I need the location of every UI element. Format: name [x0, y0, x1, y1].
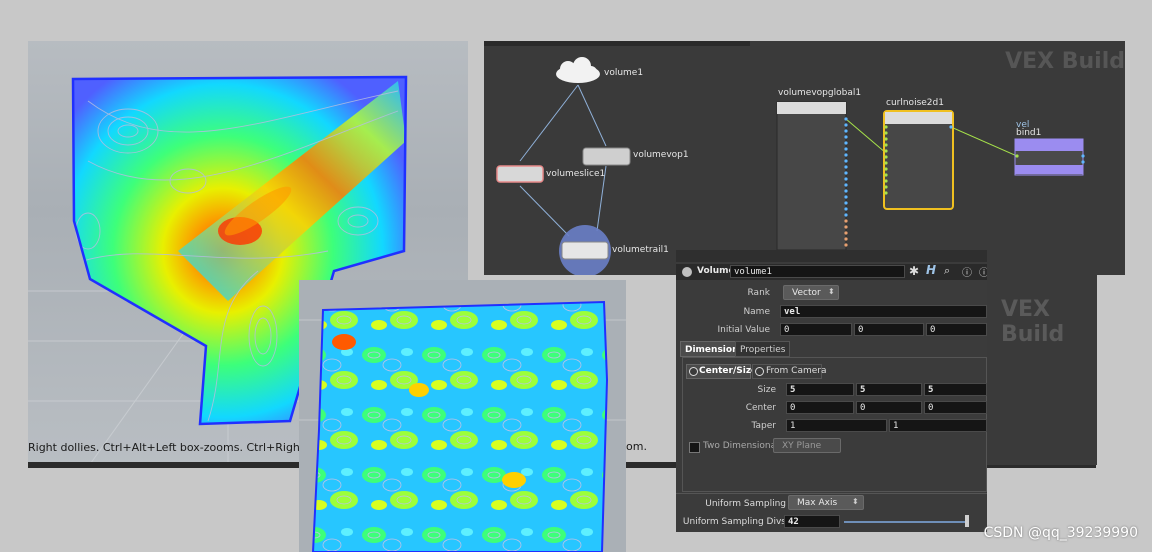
info-icon[interactable]: ⓘ — [962, 264, 972, 279]
radio-unselected-icon — [755, 367, 764, 376]
node-type-label: Volume — [697, 266, 735, 276]
initial-value-x[interactable]: 0 — [780, 323, 852, 336]
taper-x[interactable]: 1 — [786, 419, 887, 432]
center-label: Center — [745, 403, 776, 413]
size-x[interactable]: 5 — [786, 383, 854, 396]
initial-value-z[interactable]: 0 — [926, 323, 987, 336]
parameter-pane-top-strip — [676, 250, 987, 262]
node-bind1[interactable]: bind1 — [1016, 128, 1041, 138]
tab-properties[interactable]: Properties — [735, 341, 791, 357]
node-volume1[interactable]: volume1 — [604, 68, 643, 78]
search-icon[interactable]: ⌕ — [944, 264, 950, 278]
center-size-label: Center/Size — [699, 366, 758, 376]
name-field[interactable]: vel — [780, 305, 987, 318]
node-volumevop1[interactable]: volumevop1 — [633, 150, 689, 160]
taper-label: Taper — [751, 421, 776, 431]
node-name-field[interactable]: volume1 — [730, 265, 905, 278]
radio-selected-icon — [689, 367, 698, 376]
viewport-noise-field[interactable] — [299, 280, 626, 552]
help-question-icon[interactable]: ⓘ — [979, 264, 987, 279]
csdn-credit: CSDN @qq_39239990 — [983, 525, 1138, 541]
initial-value-label: Initial Value — [717, 325, 770, 335]
center-y[interactable]: 0 — [856, 401, 922, 414]
size-label: Size — [757, 385, 776, 395]
size-y[interactable]: 5 — [856, 383, 922, 396]
center-x[interactable]: 0 — [786, 401, 854, 414]
taper-y[interactable]: 1 — [889, 419, 987, 432]
vex-builder-watermark-lower: VEX Build — [1001, 297, 1065, 347]
two-dimensional-label: Two Dimensional — [703, 441, 779, 451]
node-curlnoise2d1[interactable]: curlnoise2d1 — [886, 98, 944, 108]
viewport-hint-tail: om. — [626, 440, 647, 453]
section-divider — [676, 493, 987, 494]
name-label: Name — [743, 307, 770, 317]
viewport-hint-text: Right dollies. Ctrl+Alt+Left box-zooms. … — [28, 441, 344, 454]
chevron-updown-icon-2: ⬍ — [852, 497, 859, 506]
uniform-sampling-label: Uniform Sampling — [705, 499, 786, 509]
noise-field-render — [299, 300, 626, 552]
node-volumeslice1[interactable]: volumeslice1 — [546, 169, 605, 179]
node-volumevopglobal1[interactable]: volumevopglobal1 — [778, 88, 861, 98]
gear-icon[interactable]: ✱ — [909, 264, 919, 278]
plane-dropdown[interactable]: XY Plane — [773, 438, 841, 453]
divs-slider-handle[interactable] — [965, 515, 969, 527]
chevron-updown-icon: ⬍ — [828, 287, 835, 296]
initial-value-y[interactable]: 0 — [854, 323, 924, 336]
parameter-pane[interactable]: Volume volume1 ✱ H ⌕ ⓘ ⓘ Rank Vector ⬍ N… — [676, 250, 987, 532]
volume-node-icon — [682, 267, 692, 277]
vex-builder-pane-lower: VEX Build — [987, 275, 1097, 465]
network-editor[interactable]: VEX Build volume1 volumeslice1 volumevop… — [484, 41, 1125, 275]
node-volumetrail1[interactable]: volumetrail1 — [612, 245, 669, 255]
uniform-sampling-divs-field[interactable]: 42 — [784, 515, 840, 528]
rank-label: Rank — [747, 288, 771, 298]
help-h-icon[interactable]: H — [926, 263, 936, 277]
network-wires — [496, 57, 1085, 275]
divs-slider-track[interactable] — [844, 521, 969, 523]
two-dimensional-checkbox[interactable] — [689, 442, 700, 453]
center-z[interactable]: 0 — [924, 401, 987, 414]
uniform-sampling-divs-label: Uniform Sampling Divs — [682, 517, 786, 527]
from-camera-label: From Camera — [766, 366, 827, 376]
size-z[interactable]: 5 — [924, 383, 987, 396]
